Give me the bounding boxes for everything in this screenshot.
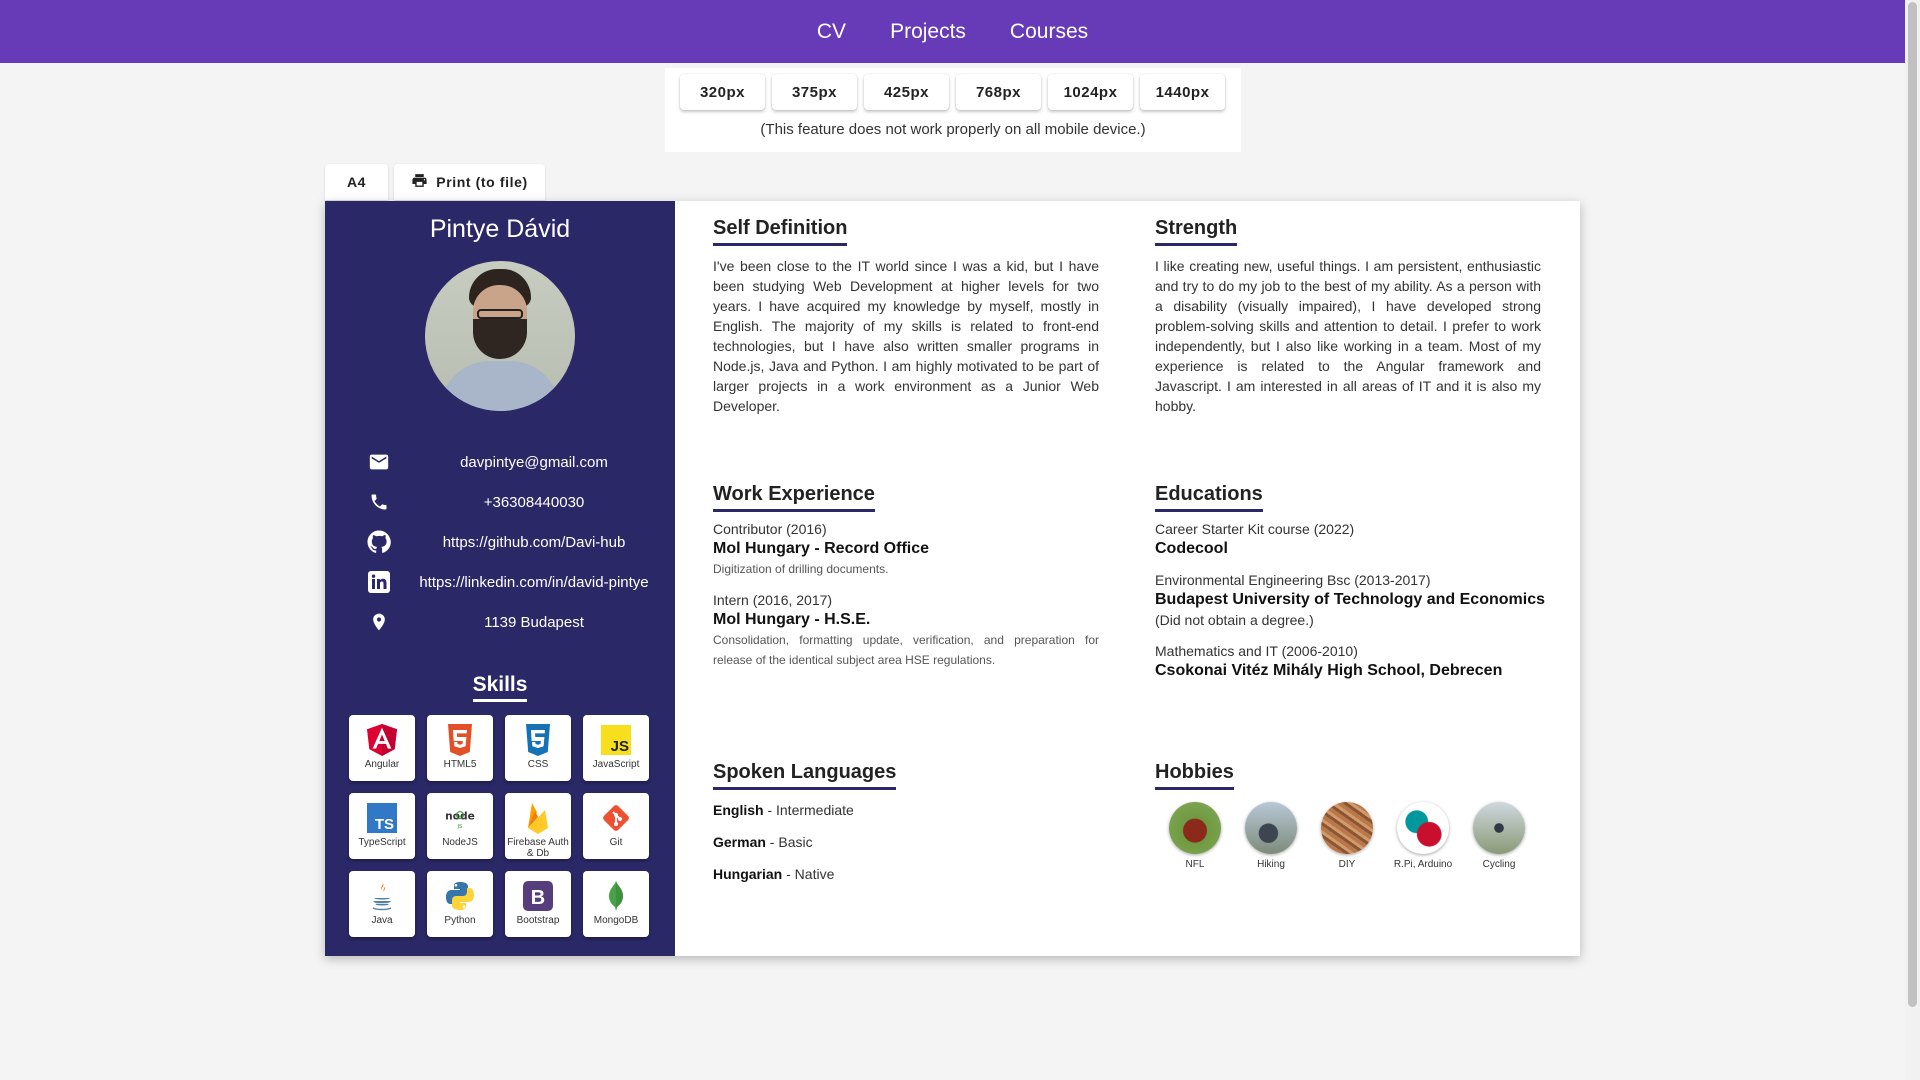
- tools-icon: [1321, 802, 1373, 854]
- svg-text:B: B: [531, 887, 545, 909]
- languages-section: Spoken Languages English - Intermediate …: [713, 761, 1099, 884]
- location-text: 1139 Budapest: [484, 613, 584, 631]
- bootstrap-icon: B: [521, 879, 555, 913]
- html5-icon: [443, 723, 477, 757]
- football-icon: [1169, 802, 1221, 854]
- education-entry: Mathematics and IT (2006-2010) Csokonai …: [1155, 643, 1503, 679]
- skill-css: CSS: [505, 715, 571, 781]
- python-icon: [443, 879, 477, 913]
- skill-mongodb: MongoDB: [583, 871, 649, 937]
- skill-python: Python: [427, 871, 493, 937]
- strength-title: Strength: [1155, 217, 1238, 246]
- work-entry: Contributor (2016) Mol Hungary - Record …: [713, 521, 930, 576]
- mongodb-icon: [599, 879, 633, 913]
- top-navbar: CV Projects Courses: [0, 0, 1905, 63]
- width-768-button[interactable]: 768px: [956, 74, 1041, 110]
- nodejs-icon: node JS: [443, 801, 477, 835]
- cv-sheet: Pintye Dávid davpintye@gmail.com +363084…: [325, 201, 1580, 956]
- skill-html5: HTML5: [427, 715, 493, 781]
- hobbies-section: Hobbies NFL Hiking DIY R.Pi, Arduino Cyc…: [1155, 761, 1555, 870]
- hiking-icon: [1245, 802, 1297, 854]
- language-item: German - Basic: [713, 834, 813, 850]
- scrollbar-thumb[interactable]: [1908, 2, 1917, 1007]
- svg-text:TS: TS: [375, 816, 394, 833]
- strength-text: I like creating new, useful things. I am…: [1155, 258, 1541, 414]
- responsive-preview-panel: 320px 375px 425px 768px 1024px 1440px (T…: [665, 68, 1241, 152]
- skill-angular: Angular: [349, 715, 415, 781]
- linkedin-link[interactable]: https://linkedin.com/in/david-pintye: [393, 574, 675, 591]
- linkedin-icon: [365, 568, 393, 596]
- printer-icon: [411, 172, 428, 192]
- nav-projects[interactable]: Projects: [888, 14, 968, 50]
- firebase-icon: [521, 801, 555, 835]
- skill-git: Git: [583, 793, 649, 859]
- skill-javascript: JS JavaScript: [583, 715, 649, 781]
- page-scrollbar[interactable]: [1905, 0, 1920, 1080]
- raspberry-pi-icon: [1397, 802, 1449, 854]
- skills-grid: Angular HTML5 CSS JS JavaScript TS TypeS…: [349, 715, 649, 937]
- self-definition-title: Self Definition: [713, 217, 848, 246]
- email-link[interactable]: davpintye@gmail.com: [393, 454, 675, 471]
- language-item: Hungarian - Native: [713, 866, 835, 882]
- width-425-button[interactable]: 425px: [864, 74, 949, 110]
- css3-icon: [521, 723, 555, 757]
- hobby-hiking: Hiking: [1245, 802, 1297, 870]
- java-icon: [365, 879, 399, 913]
- self-definition-text: I've been close to the IT world since I …: [713, 258, 1099, 414]
- phone-icon: [365, 488, 393, 516]
- width-1024-button[interactable]: 1024px: [1048, 74, 1133, 110]
- nav-courses[interactable]: Courses: [1008, 14, 1090, 50]
- print-button[interactable]: Print (to file): [394, 164, 545, 200]
- work-entry: Intern (2016, 2017) Mol Hungary - H.S.E.…: [713, 592, 1099, 667]
- strength-section: Strength I like creating new, useful thi…: [1155, 217, 1541, 416]
- education-entry: Career Starter Kit course (2022) Codecoo…: [1155, 521, 1355, 557]
- languages-title: Spoken Languages: [713, 761, 897, 790]
- profile-name: Pintye Dávid: [429, 215, 571, 243]
- bicycle-icon: [1473, 802, 1525, 854]
- nav-cv[interactable]: CV: [815, 14, 848, 50]
- github-icon: [365, 528, 393, 556]
- mail-icon: [365, 448, 393, 476]
- education-entry: Environmental Engineering Bsc (2013-2017…: [1155, 572, 1545, 628]
- contact-email: davpintye@gmail.com: [325, 447, 675, 477]
- education-title: Educations: [1155, 483, 1263, 512]
- skill-bootstrap: B Bootstrap: [505, 871, 571, 937]
- contact-linkedin: https://linkedin.com/in/david-pintye: [325, 567, 675, 597]
- width-320-button[interactable]: 320px: [680, 74, 765, 110]
- contact-location: 1139 Budapest: [325, 607, 675, 637]
- responsive-note: (This feature does not work properly on …: [760, 121, 1146, 138]
- hobby-raspberry-arduino: R.Pi, Arduino: [1394, 802, 1452, 870]
- language-item: English - Intermediate: [713, 802, 854, 818]
- contact-phone: +36308440030: [325, 487, 675, 517]
- javascript-icon: JS: [599, 723, 633, 757]
- self-definition-section: Self Definition I've been close to the I…: [713, 217, 1099, 416]
- location-icon: [365, 608, 393, 636]
- skill-firebase: Firebase Auth & Db: [505, 793, 571, 859]
- a4-button[interactable]: A4: [325, 164, 388, 200]
- skill-nodejs: node JS NodeJS: [427, 793, 493, 859]
- phone-number[interactable]: +36308440030: [393, 494, 675, 511]
- svg-text:JS: JS: [457, 824, 463, 830]
- github-link[interactable]: https://github.com/Davi-hub: [393, 534, 675, 551]
- hobbies-title: Hobbies: [1155, 761, 1234, 790]
- skill-typescript: TS TypeScript: [349, 793, 415, 859]
- work-experience-title: Work Experience: [713, 483, 875, 512]
- hobby-cycling: Cycling: [1473, 802, 1525, 870]
- angular-icon: [365, 723, 399, 757]
- git-icon: [599, 801, 633, 835]
- svg-text:JS: JS: [611, 738, 629, 755]
- skill-java: Java: [349, 871, 415, 937]
- skills-title: Skills: [325, 673, 675, 702]
- cv-sidebar: Pintye Dávid davpintye@gmail.com +363084…: [325, 201, 675, 956]
- hobby-nfl: NFL: [1169, 802, 1221, 870]
- work-experience-section: Work Experience Contributor (2016) Mol H…: [713, 483, 1099, 670]
- print-label: Print (to file): [436, 174, 528, 190]
- avatar: [425, 261, 575, 411]
- contact-github: https://github.com/Davi-hub: [325, 527, 675, 557]
- width-1440-button[interactable]: 1440px: [1140, 74, 1225, 110]
- width-375-button[interactable]: 375px: [772, 74, 857, 110]
- typescript-icon: TS: [365, 801, 399, 835]
- education-section: Educations Career Starter Kit course (20…: [1155, 483, 1555, 681]
- hobby-diy: DIY: [1321, 802, 1373, 870]
